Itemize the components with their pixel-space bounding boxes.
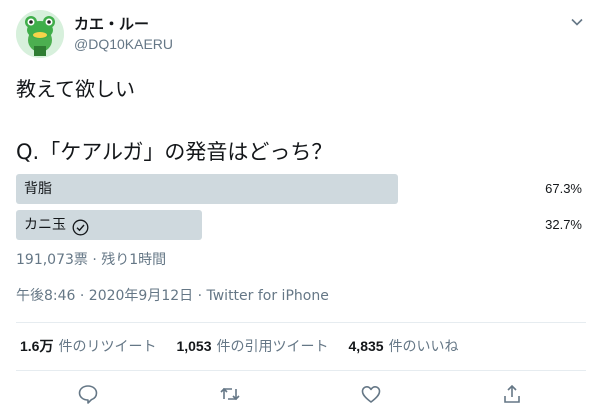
timestamp[interactable]: 午後8:46 · 2020年9月12日 · Twitter for iPhone xyxy=(16,286,329,306)
heart-icon[interactable] xyxy=(359,382,383,406)
user-handle[interactable]: @DQ10KAERU xyxy=(74,34,173,54)
share-icon[interactable] xyxy=(500,382,524,406)
retweet-icon[interactable] xyxy=(218,382,242,406)
poll-option-label: カニ玉 xyxy=(24,210,89,240)
tweet-header: カエ・ルー @DQ10KAERU xyxy=(16,10,586,60)
reply-icon[interactable] xyxy=(76,382,100,406)
quote-count: 1,053 xyxy=(176,338,212,354)
tweet-stats: 1.6万 件のリツイート 1,053 件の引用ツイート 4,835 件のいいね xyxy=(20,336,459,357)
divider xyxy=(16,322,586,323)
avatar[interactable] xyxy=(16,10,64,58)
poll-option: 背脂 67.3% xyxy=(16,174,586,204)
tweet-text: 教えて欲しい xyxy=(16,77,135,101)
poll-option-text: カニ玉 xyxy=(24,217,66,233)
action-bar xyxy=(0,378,598,410)
poll-option-text: 背脂 xyxy=(24,181,52,197)
poll: 背脂 67.3% カニ玉 32.7% xyxy=(16,174,586,246)
chevron-down-icon[interactable] xyxy=(570,14,584,28)
poll-option-label: 背脂 xyxy=(24,174,52,204)
retweet-count: 1.6万 xyxy=(20,338,54,354)
divider xyxy=(16,370,586,371)
like-stat[interactable]: 4,835 件のいいね xyxy=(349,336,459,357)
like-count: 4,835 xyxy=(348,338,384,354)
poll-option-percent: 67.3% xyxy=(545,181,582,196)
poll-bar xyxy=(16,174,398,204)
display-name[interactable]: カエ・ルー xyxy=(74,14,173,34)
retweet-stat[interactable]: 1.6万 件のリツイート xyxy=(20,336,156,357)
quote-label: 件の引用ツイート xyxy=(216,339,329,355)
poll-option: カニ玉 32.7% xyxy=(16,210,586,240)
poll-option-percent: 32.7% xyxy=(545,217,582,232)
poll-question: Q.「ケアルガ」の発音はどっち？ xyxy=(16,140,333,164)
poll-meta: 191,073票 · 残り1時間 xyxy=(16,252,167,268)
check-circle-icon xyxy=(72,217,89,235)
quote-stat[interactable]: 1,053 件の引用ツイート xyxy=(176,336,328,357)
retweet-label: 件のリツイート xyxy=(58,339,157,355)
like-label: 件のいいね xyxy=(388,339,459,355)
